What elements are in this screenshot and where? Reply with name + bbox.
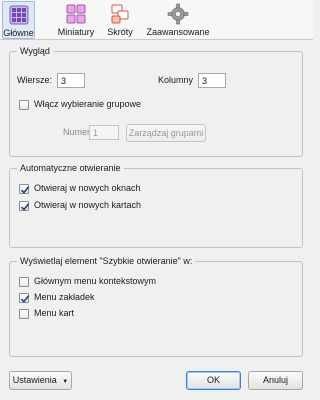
show-element-legend: Wyświetlaj element "Szybkie otwieranie" … <box>17 256 196 266</box>
tab-shortcuts-label: Skróty <box>107 27 133 37</box>
gear-icon <box>167 3 189 25</box>
bookmarks-menu-label: Menu zakładek <box>34 292 95 302</box>
manage-groups-button[interactable]: Zarządzaj grupami <box>126 124 206 142</box>
shortcuts-icon <box>111 4 129 24</box>
chevron-down-icon: ▼ <box>62 379 69 385</box>
auto-open-legend: Automatyczne otwieranie <box>17 163 124 173</box>
rows-input[interactable]: 3 <box>57 73 85 88</box>
toolbar-tabs: Główne Miniatury Skróty Zaawansowane <box>0 0 313 40</box>
checkmark-icon <box>20 186 30 194</box>
cancel-button[interactable]: Anuluj <box>248 371 303 390</box>
appearance-legend: Wygląd <box>17 46 53 56</box>
group-select-label: Włącz wybieranie grupowe <box>34 99 142 109</box>
tab-thumbnails-label: Miniatury <box>57 27 95 37</box>
grid-icon <box>9 5 28 25</box>
settings-dropdown-button[interactable]: Ustawienia ▼ <box>9 371 72 390</box>
tab-shortcuts[interactable]: Skróty <box>103 1 137 39</box>
context-menu-checkbox[interactable] <box>19 277 29 287</box>
new-tabs-label: Otwieraj w nowych kartach <box>34 200 142 210</box>
group-number-input[interactable]: 1 <box>89 125 119 140</box>
tab-advanced-label: Zaawansowane <box>146 27 210 37</box>
columns-label: Kolumny <box>158 75 194 85</box>
checkmark-icon <box>20 203 30 211</box>
bookmarks-menu-checkbox[interactable] <box>19 293 30 303</box>
tabs-menu-label: Menu kart <box>34 308 75 318</box>
thumbnails-icon <box>66 4 86 24</box>
tab-advanced[interactable]: Zaawansowane <box>145 1 211 39</box>
tab-thumbnails[interactable]: Miniatury <box>54 1 98 39</box>
checkmark-icon <box>20 295 30 303</box>
new-windows-checkbox[interactable] <box>19 184 30 194</box>
tab-main-label: Główne <box>3 28 34 38</box>
settings-label: Ustawienia <box>12 375 57 385</box>
show-element-group: Wyświetlaj element "Szybkie otwieranie" … <box>9 256 303 357</box>
columns-input[interactable]: 3 <box>198 73 226 88</box>
context-menu-label: Głównym menu kontekstowym <box>34 276 157 286</box>
tab-main[interactable]: Główne <box>2 1 35 39</box>
appearance-group: Wygląd Wiersze: 3 Kolumny 3 Włącz wybier… <box>9 46 303 157</box>
tabs-menu-checkbox[interactable] <box>19 309 29 319</box>
auto-open-group: Automatyczne otwieranie Otwieraj w nowyc… <box>9 163 303 248</box>
ok-button[interactable]: OK <box>186 371 241 390</box>
rows-label: Wiersze: <box>17 75 53 85</box>
new-windows-label: Otwieraj w nowych oknach <box>34 183 141 193</box>
group-select-checkbox[interactable] <box>19 100 29 110</box>
new-tabs-checkbox[interactable] <box>19 201 30 211</box>
